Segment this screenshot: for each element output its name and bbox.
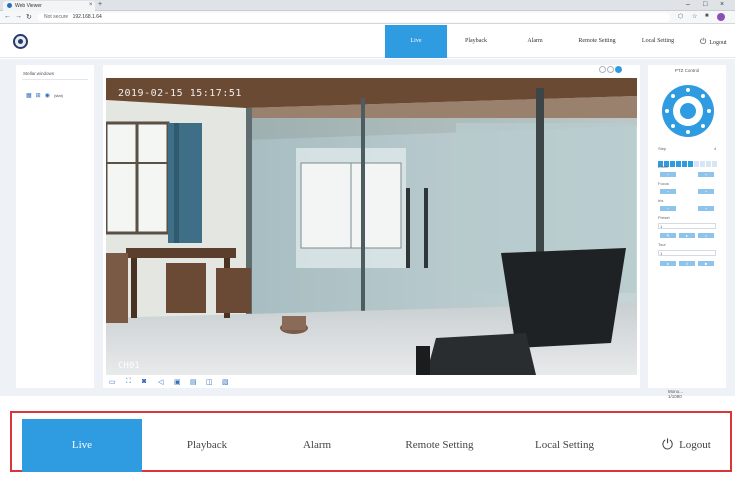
- zoom-out-button[interactable]: −: [660, 172, 676, 177]
- view-mode-1-icon[interactable]: [599, 66, 606, 73]
- logo-icon: [13, 34, 28, 49]
- ptz-left-icon[interactable]: [665, 109, 669, 113]
- focus-near-button[interactable]: −: [660, 189, 676, 194]
- app-header: Live Playback Alarm Remote Setting Local…: [0, 25, 735, 58]
- nav-remote-setting[interactable]: Remote Setting: [565, 25, 629, 58]
- puzzle-icon[interactable]: ■: [705, 13, 709, 19]
- preset-select[interactable]: 1: [658, 223, 716, 229]
- zoomed-nav-bar: Live Playback Alarm Remote Setting Local…: [10, 411, 732, 472]
- nav-alarm[interactable]: Alarm: [505, 25, 565, 58]
- live-video[interactable]: [106, 78, 637, 375]
- zoom-nav-remote-setting[interactable]: Remote Setting: [382, 419, 497, 472]
- ptz-speed-value: 4: [714, 146, 717, 151]
- tour-start-button[interactable]: ▸: [660, 261, 676, 266]
- nav-playback[interactable]: Playback: [447, 25, 505, 58]
- view-mode-3-icon[interactable]: [615, 66, 622, 73]
- ptz-up-right-icon[interactable]: [701, 94, 705, 98]
- browser-tab-bar: Web Viewer × + – □ ×: [0, 0, 735, 11]
- url-input[interactable]: Not secure 192.168.1.64: [38, 13, 670, 22]
- zoom-nav-local-setting[interactable]: Local Setting: [507, 419, 622, 472]
- zoom-logout-label: Logout: [679, 439, 711, 451]
- ptz-focus-label: Focus: [658, 181, 669, 186]
- forward-icon[interactable]: →: [15, 13, 22, 20]
- ptz-speed-label: Step: [658, 146, 667, 151]
- snapshot-icon[interactable]: ◙: [142, 378, 146, 385]
- tab-favicon-icon: [7, 3, 12, 8]
- browser-tab[interactable]: Web Viewer ×: [3, 1, 95, 11]
- preset-delete-button[interactable]: ×: [698, 233, 714, 238]
- tour-pause-button[interactable]: ‖: [679, 261, 695, 266]
- logout-label: Logout: [709, 40, 727, 46]
- ptz-panel: PTZ Control Step 4 Zoom − + Focus − + Ir…: [648, 65, 726, 388]
- video-scene: [106, 78, 637, 375]
- logout-button[interactable]: ⏻ Logout: [700, 25, 727, 58]
- ptz-tour-label: Tour: [658, 242, 666, 247]
- url-text: 192.168.1.64: [72, 14, 102, 20]
- tour-select[interactable]: 1: [658, 250, 716, 256]
- ptz-iris-label: Iris: [658, 198, 664, 203]
- preset-set-button[interactable]: ✎: [660, 233, 676, 238]
- not-secure-label: Not secure: [44, 14, 69, 20]
- iris-close-button[interactable]: −: [660, 206, 676, 211]
- zoom-nav-live[interactable]: Live: [22, 419, 142, 472]
- ptz-up-icon[interactable]: [686, 88, 690, 92]
- maximize-icon[interactable]: □: [703, 1, 707, 8]
- camera-list-icon[interactable]: ▦: [26, 93, 32, 99]
- tour-stop-button[interactable]: ■: [698, 261, 714, 266]
- channel-panel-title: Stellar.windows: [23, 71, 55, 76]
- ptz-speed-slider[interactable]: [658, 154, 718, 167]
- video-toolbar: ▭ ⛶ ◙ ◁ ▣ ▤ ◫ ▧ CPU HD Mono... 1/1080: [106, 377, 683, 399]
- osd-timestamp: 2019-02-15 15:17:51: [118, 88, 242, 99]
- ptz-down-icon[interactable]: [686, 130, 690, 134]
- channel-panel: Stellar.windows ▦ ⊞ ◉ (stat): [16, 65, 94, 388]
- star-icon[interactable]: ☆: [692, 13, 697, 20]
- zoom-logout-button[interactable]: ⏻ Logout: [662, 419, 711, 472]
- new-tab-icon[interactable]: +: [98, 1, 102, 8]
- power-icon: ⏻: [700, 37, 707, 46]
- stop-all-icon[interactable]: ▭: [109, 378, 116, 386]
- zoom-icon[interactable]: ▤: [190, 378, 197, 386]
- zoom-nav-playback[interactable]: Playback: [152, 419, 262, 472]
- record-icon[interactable]: ▣: [174, 378, 181, 386]
- ptz-right-icon[interactable]: [707, 109, 711, 113]
- stream-icon[interactable]: ◫: [206, 378, 213, 386]
- divider: [22, 79, 88, 80]
- zoom-nav-alarm[interactable]: Alarm: [267, 419, 367, 472]
- zoom-in-button[interactable]: +: [698, 172, 714, 177]
- tab-close-icon[interactable]: ×: [89, 2, 93, 8]
- ptz-zoom-label: Zoom: [658, 164, 669, 169]
- image-icon[interactable]: ▧: [222, 378, 229, 386]
- ptz-direction-wheel[interactable]: [662, 85, 714, 137]
- preset-call-button[interactable]: ▸: [679, 233, 695, 238]
- ptz-down-right-icon[interactable]: [701, 124, 705, 128]
- focus-far-button[interactable]: +: [698, 189, 714, 194]
- grid-icon[interactable]: ⊞: [36, 93, 41, 99]
- ptz-preset-label: Preset: [658, 215, 670, 220]
- ptz-title: PTZ Control: [674, 68, 700, 73]
- reload-icon[interactable]: ↻: [26, 13, 32, 21]
- back-icon[interactable]: ←: [4, 13, 11, 20]
- ptz-center-button[interactable]: [680, 103, 696, 119]
- video-view-controls: [598, 66, 622, 75]
- view-mode-2-icon[interactable]: [607, 66, 614, 73]
- channel-row[interactable]: ▦ ⊞ ◉ (stat): [26, 92, 67, 99]
- nav-local-setting[interactable]: Local Setting: [629, 25, 687, 58]
- zoom-power-icon: ⏻: [662, 437, 674, 453]
- minimize-icon[interactable]: –: [686, 1, 690, 8]
- ptz-down-left-icon[interactable]: [671, 124, 675, 128]
- osd-camera-name: CH01: [118, 361, 140, 371]
- channel-label: (stat): [53, 93, 64, 98]
- ptz-up-left-icon[interactable]: [671, 94, 675, 98]
- close-window-icon[interactable]: ×: [720, 1, 724, 8]
- iris-open-button[interactable]: +: [698, 206, 714, 211]
- fullscreen-icon[interactable]: ⛶: [126, 378, 131, 386]
- nav-live[interactable]: Live: [385, 25, 447, 58]
- browser-address-bar: ← → ↻ Not secure 192.168.1.64 ⬡ ☆ ■: [0, 11, 735, 24]
- profile-avatar[interactable]: [717, 13, 725, 21]
- tab-title: Web Viewer: [15, 3, 42, 9]
- extension-icon[interactable]: ⬡: [678, 13, 683, 20]
- play-channel-icon[interactable]: ◉: [45, 93, 50, 99]
- audio-icon[interactable]: ◁: [158, 378, 163, 386]
